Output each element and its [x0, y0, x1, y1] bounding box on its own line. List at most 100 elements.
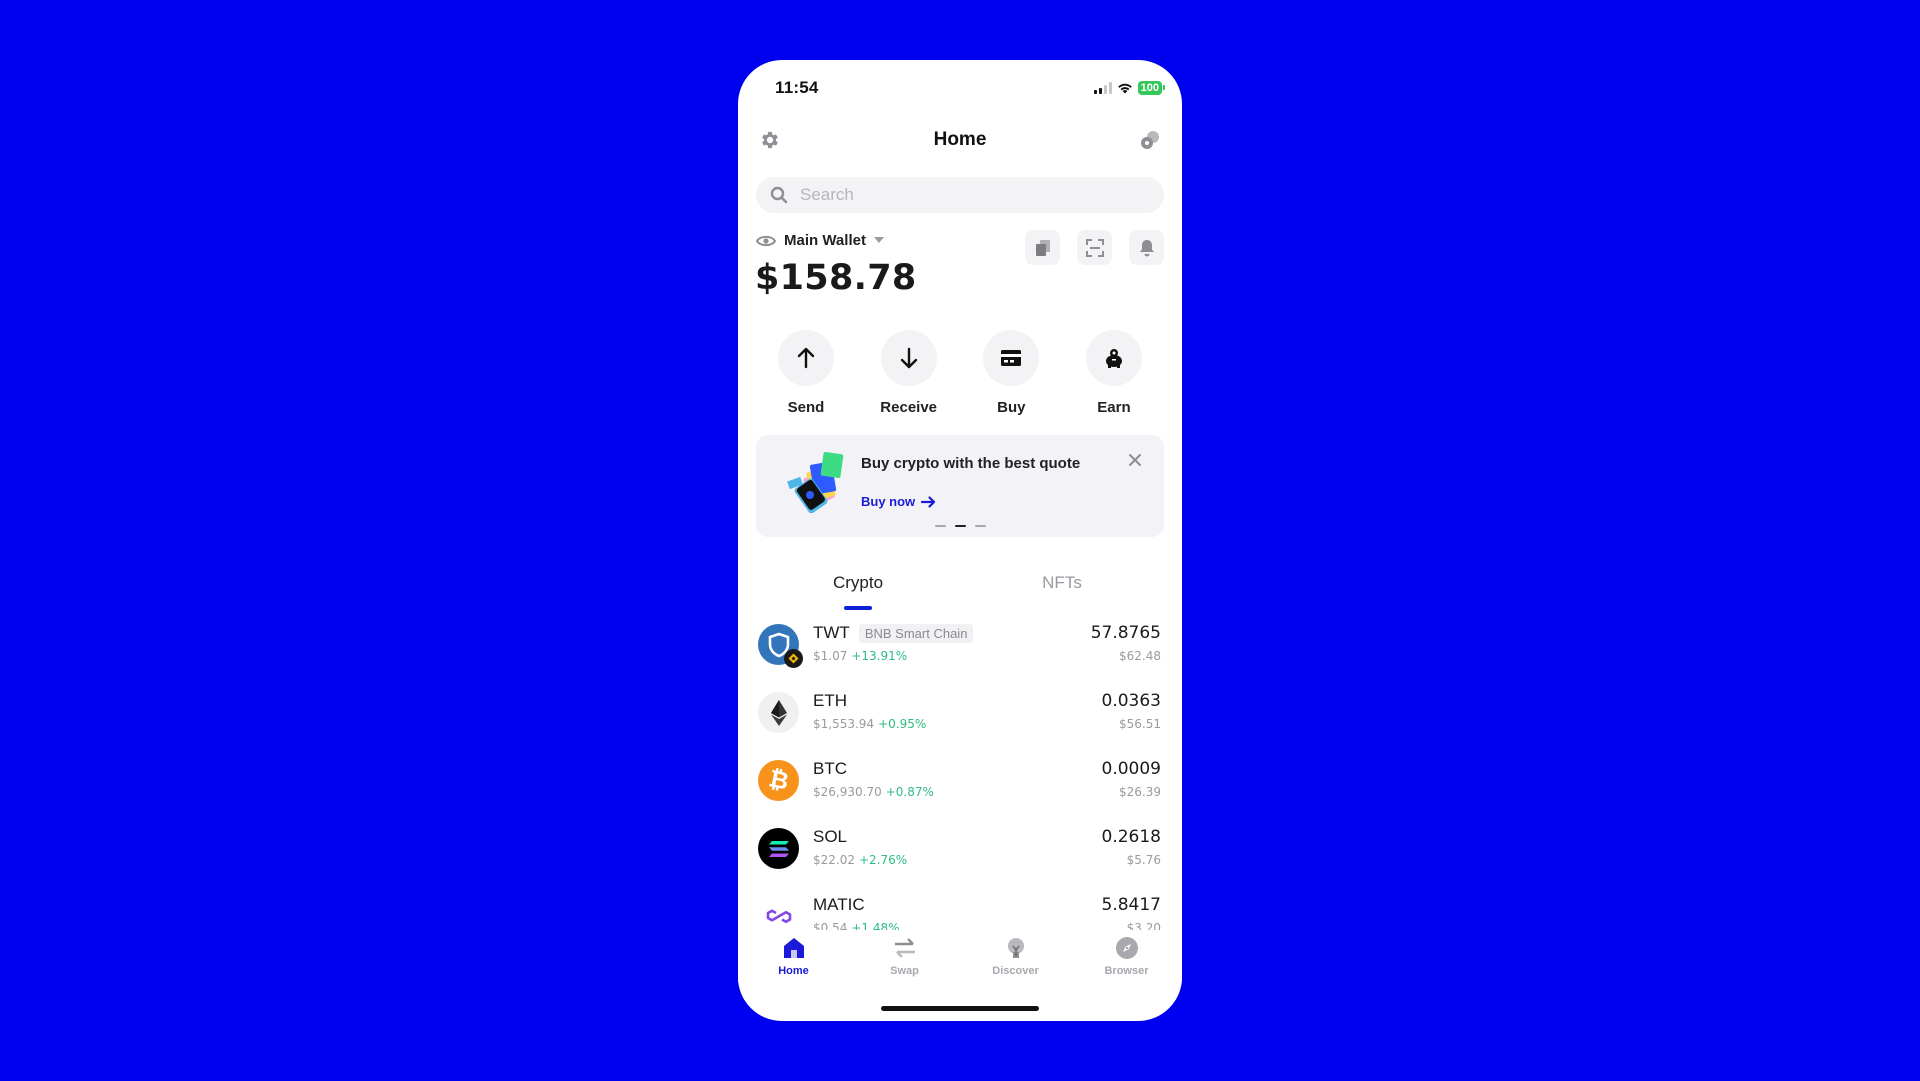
asset-price-row: $22.02 +2.76% — [813, 853, 907, 867]
asset-amount: 0.2618 — [1101, 827, 1161, 847]
asset-amount: 0.0009 — [1101, 759, 1161, 779]
scan-button[interactable] — [1077, 230, 1112, 265]
status-bar: 11:54 100 — [738, 78, 1182, 102]
asset-value: $56.51 — [1119, 717, 1161, 731]
earn-label: Earn — [1097, 399, 1131, 416]
eye-icon[interactable] — [756, 234, 776, 248]
nav-swap-label: Swap — [890, 965, 919, 977]
close-icon[interactable] — [1128, 453, 1142, 467]
send-button[interactable]: Send — [766, 330, 846, 416]
asset-row-twt[interactable]: TWT BNB Smart Chain $1.07 +13.91% 57.8765… — [738, 615, 1182, 683]
asset-row-sol[interactable]: SOL $22.02 +2.76% 0.2618 $5.76 — [738, 819, 1182, 887]
asset-symbol: BTC — [813, 759, 847, 778]
carousel-dot[interactable] — [974, 525, 986, 527]
nav-discover[interactable]: Discover — [960, 930, 1071, 1000]
asset-name-row: ETH — [813, 691, 847, 711]
nav-discover-label: Discover — [992, 965, 1039, 977]
earn-button-circle — [1085, 330, 1142, 386]
buy-button-circle — [983, 330, 1040, 386]
asset-symbol: MATIC — [813, 895, 865, 914]
nav-browser[interactable]: Browser — [1071, 930, 1182, 1000]
receive-label: Receive — [880, 399, 938, 416]
bottom-nav: Home Swap Discover Browser — [738, 930, 1182, 1000]
status-time: 11:54 — [775, 78, 819, 97]
home-icon — [783, 938, 804, 958]
wallet-selector[interactable]: Main Wallet — [756, 232, 884, 249]
asset-name-row: MATIC — [813, 895, 865, 915]
asset-list: TWT BNB Smart Chain $1.07 +13.91% 57.8765… — [738, 615, 1182, 980]
copy-address-button[interactable] — [1025, 230, 1060, 265]
wallet-name[interactable]: Main Wallet — [784, 232, 866, 249]
arrow-up-icon — [797, 347, 815, 369]
tab-nfts[interactable]: NFTs — [960, 565, 1164, 605]
quick-actions: Send Receive Buy Earn — [766, 330, 1154, 416]
asset-change: +0.87% — [885, 785, 934, 799]
asset-price: $22.02 — [813, 853, 855, 867]
asset-change: +13.91% — [851, 649, 908, 663]
arrow-right-icon — [921, 495, 936, 508]
asset-name-row: BTC — [813, 759, 847, 779]
home-indicator[interactable] — [881, 1006, 1039, 1011]
receive-button[interactable]: Receive — [869, 330, 949, 416]
scan-icon — [1085, 238, 1104, 257]
banner-title: Buy crypto with the best quote — [861, 455, 1081, 472]
asset-symbol: SOL — [813, 827, 848, 846]
caret-down-icon[interactable] — [873, 237, 884, 244]
asset-value: $26.39 — [1119, 785, 1161, 799]
asset-row-eth[interactable]: ETH $1,553.94 +0.95% 0.0363 $56.51 — [738, 683, 1182, 751]
buy-button[interactable]: Buy — [971, 330, 1051, 416]
asset-symbol: TWT — [813, 623, 850, 642]
asset-value: $62.48 — [1119, 649, 1161, 663]
connect-icon — [1141, 131, 1159, 149]
walletconnect-button[interactable] — [1138, 128, 1162, 152]
buy-now-link[interactable]: Buy now — [861, 494, 936, 509]
sol-icon — [758, 828, 799, 869]
notifications-button[interactable] — [1129, 230, 1164, 265]
asset-amount: 0.0363 — [1101, 691, 1161, 711]
asset-price-row: $26,930.70 +0.87% — [813, 785, 934, 799]
nav-browser-label: Browser — [1104, 965, 1149, 977]
arrow-down-icon — [900, 347, 917, 369]
crypto-cards-illustration — [787, 451, 844, 513]
earn-button[interactable]: Earn — [1074, 330, 1154, 416]
wallet-actions — [1025, 230, 1164, 265]
copy-icon — [1035, 239, 1050, 256]
piggy-bank-icon — [1105, 349, 1122, 368]
search-bar[interactable] — [756, 177, 1164, 213]
chain-badge: BNB Smart Chain — [858, 623, 974, 643]
asset-symbol: ETH — [813, 691, 847, 710]
lightbulb-icon — [1007, 938, 1024, 958]
page-title: Home — [933, 129, 987, 150]
carousel-dot-active[interactable] — [954, 525, 966, 527]
search-input[interactable] — [800, 185, 1100, 205]
bell-icon — [1139, 239, 1154, 256]
asset-change: +2.76% — [859, 853, 908, 867]
send-button-circle — [778, 330, 834, 386]
buy-now-label: Buy now — [861, 494, 916, 509]
asset-price: $1.07 — [813, 649, 848, 663]
asset-amount: 5.8417 — [1101, 895, 1161, 915]
eth-icon — [758, 692, 799, 733]
asset-change: +0.95% — [878, 717, 927, 731]
wifi-icon — [1117, 83, 1132, 94]
wallet-balance: $158.78 — [755, 258, 917, 298]
card-icon — [1001, 350, 1022, 366]
tab-crypto[interactable]: Crypto — [756, 565, 960, 610]
asset-value: $5.76 — [1126, 853, 1161, 867]
header: Home — [738, 122, 1182, 158]
carousel-dot[interactable] — [934, 525, 946, 527]
nav-home[interactable]: Home — [738, 930, 849, 1000]
battery-indicator: 100 — [1137, 81, 1166, 95]
carousel-dots — [756, 525, 1164, 527]
promo-banner[interactable]: Buy crypto with the best quote Buy now — [756, 435, 1164, 537]
asset-name-row: TWT BNB Smart Chain — [813, 623, 974, 643]
asset-row-btc[interactable]: ₿ BTC $26,930.70 +0.87% 0.0009 $26.39 — [738, 751, 1182, 819]
asset-price: $26,930.70 — [813, 785, 882, 799]
nav-swap[interactable]: Swap — [849, 930, 960, 1000]
asset-price-row: $1,553.94 +0.95% — [813, 717, 926, 731]
swap-icon — [894, 938, 915, 958]
phone-screen: 11:54 100 Home Search Main Wallet $158.7… — [738, 60, 1182, 1021]
asset-price-row: $1.07 +13.91% — [813, 649, 907, 663]
asset-price: $1,553.94 — [813, 717, 875, 731]
btc-icon: ₿ — [758, 760, 799, 801]
